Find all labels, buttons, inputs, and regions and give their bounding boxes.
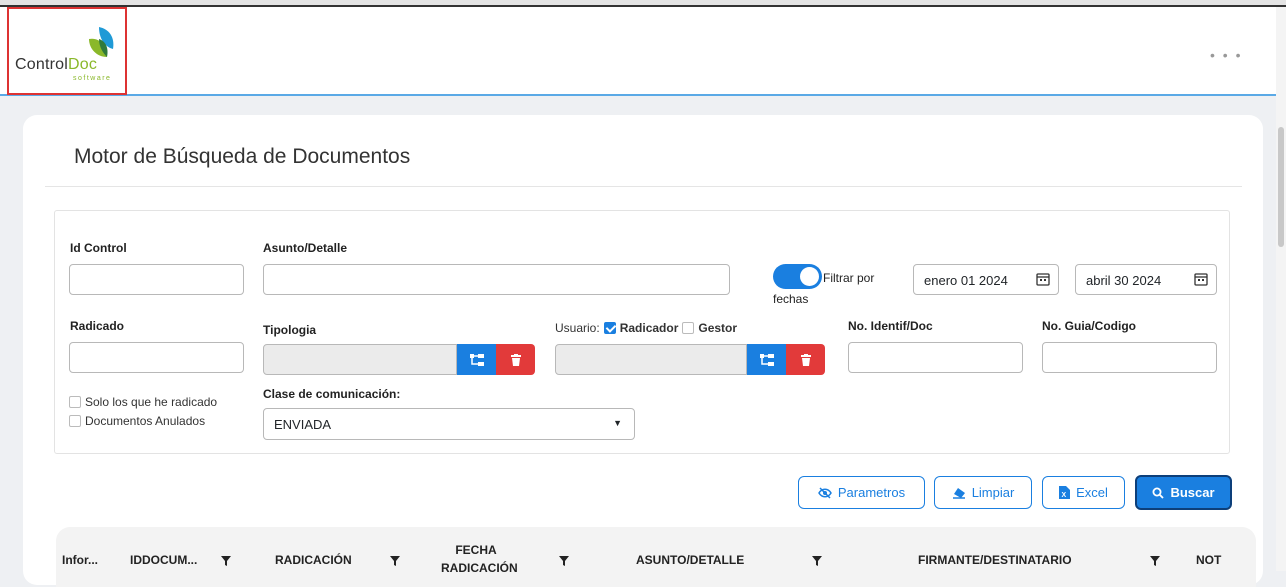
page-title: Motor de Búsqueda de Documentos <box>74 145 411 168</box>
asunto-input[interactable] <box>263 264 730 295</box>
column-header-infor[interactable]: Infor... <box>62 553 98 567</box>
gestor-checkbox[interactable] <box>682 322 695 334</box>
filter-icon[interactable] <box>559 556 569 566</box>
clase-select[interactable]: ENVIADA ▼ <box>263 408 635 440</box>
tipologia-input[interactable] <box>263 344 457 375</box>
scrollbar-thumb[interactable] <box>1278 127 1284 247</box>
limpiar-label: Limpiar <box>971 485 1015 500</box>
asunto-label: Asunto/Detalle <box>263 241 348 255</box>
solo-radicado-checkbox[interactable] <box>69 396 81 408</box>
anulados-checkbox[interactable] <box>69 415 81 427</box>
logo-text: ControlDoc <box>15 56 98 73</box>
identif-label: No. Identif/Doc <box>848 319 933 333</box>
buscar-label: Buscar <box>1170 485 1215 500</box>
id-control-input[interactable] <box>69 264 244 295</box>
trash-icon <box>510 353 521 366</box>
top-strip <box>0 0 1286 7</box>
date-filter-toggle[interactable] <box>773 264 822 289</box>
filter-icon[interactable] <box>1150 556 1160 566</box>
tree-icon <box>469 353 484 366</box>
column-header-asunto[interactable]: ASUNTO/DETALLE <box>636 553 744 567</box>
usuario-input[interactable] <box>555 344 747 375</box>
tipologia-tree-button[interactable] <box>457 344 496 375</box>
radicado-input[interactable] <box>69 342 244 373</box>
column-header-iddocumento[interactable]: IDDOCUM... <box>130 553 197 567</box>
gestor-label: Gestor <box>698 321 738 335</box>
fechas-label: fechas <box>773 292 809 306</box>
guia-label: No. Guia/Codigo <box>1042 319 1136 333</box>
eye-slash-icon <box>818 486 832 499</box>
parametros-button[interactable]: Parametros <box>798 476 925 509</box>
identif-input[interactable] <box>848 342 1023 373</box>
tipologia-label: Tipologia <box>263 323 317 337</box>
radicador-checkbox[interactable] <box>603 322 616 334</box>
excel-label: Excel <box>1076 485 1108 500</box>
logo-subtitle: software <box>73 75 112 82</box>
search-card: Motor de Búsqueda de Documentos Id Contr… <box>23 115 1263 587</box>
usuario-tree-button[interactable] <box>747 344 786 375</box>
anulados-label: Documentos Anulados <box>85 414 206 428</box>
calendar-icon[interactable] <box>1194 272 1208 286</box>
buscar-button[interactable]: Buscar <box>1135 475 1232 510</box>
anulados-option[interactable]: Documentos Anulados <box>69 414 205 428</box>
svg-text:X: X <box>1062 492 1067 499</box>
eraser-icon <box>952 487 965 499</box>
filter-icon[interactable] <box>390 556 400 566</box>
date-to-value: abril 30 2024 <box>1086 273 1162 288</box>
filter-icon[interactable] <box>812 556 822 566</box>
guia-input[interactable] <box>1042 342 1217 373</box>
id-control-label: Id Control <box>70 241 127 255</box>
page-scrollbar[interactable] <box>1276 7 1286 571</box>
more-menu-icon[interactable]: • • • <box>1210 47 1242 63</box>
usuario-selector: Usuario: Radicador Gestor <box>555 321 737 335</box>
usuario-delete-button[interactable] <box>786 344 825 375</box>
filter-panel: Id Control Asunto/Detalle Filtrar por fe… <box>54 210 1230 454</box>
excel-file-icon: X <box>1059 486 1071 499</box>
solo-radicado-option[interactable]: Solo los que he radicado <box>69 395 217 409</box>
app-header: ControlDoc software • • • <box>0 7 1286 96</box>
column-header-fecha-radicacion[interactable]: FECHA RADICACIÓN <box>441 541 518 577</box>
app-logo[interactable]: ControlDoc software <box>7 7 127 95</box>
limpiar-button[interactable]: Limpiar <box>934 476 1032 509</box>
date-from-input[interactable]: enero 01 2024 <box>913 264 1059 295</box>
date-to-input[interactable]: abril 30 2024 <box>1075 264 1217 295</box>
calendar-icon[interactable] <box>1036 272 1050 286</box>
column-header-not[interactable]: NOT <box>1196 553 1221 567</box>
radicado-label: Radicado <box>70 319 125 333</box>
tree-icon <box>759 353 774 366</box>
excel-button[interactable]: X Excel <box>1042 476 1125 509</box>
column-header-firmante[interactable]: FIRMANTE/DESTINATARIO <box>918 553 1072 567</box>
filter-icon[interactable] <box>221 556 231 566</box>
column-header-radicacion[interactable]: RADICACIÓN <box>275 553 352 567</box>
clase-value: ENVIADA <box>274 417 332 432</box>
results-table-header: Infor... IDDOCUM... RADICACIÓN FECHA RAD… <box>56 527 1256 587</box>
radicador-label: Radicador <box>619 321 679 335</box>
date-from-value: enero 01 2024 <box>924 273 1008 288</box>
parametros-label: Parametros <box>837 485 906 500</box>
clase-label: Clase de comunicación: <box>263 387 401 401</box>
tipologia-delete-button[interactable] <box>496 344 535 375</box>
solo-radicado-label: Solo los que he radicado <box>85 395 218 409</box>
search-icon <box>1152 487 1165 499</box>
usuario-label: Usuario: <box>555 321 600 335</box>
trash-icon <box>800 353 811 366</box>
title-divider <box>45 186 1242 187</box>
chevron-down-icon: ▼ <box>613 418 622 428</box>
filtrar-label: Filtrar por <box>823 271 875 285</box>
